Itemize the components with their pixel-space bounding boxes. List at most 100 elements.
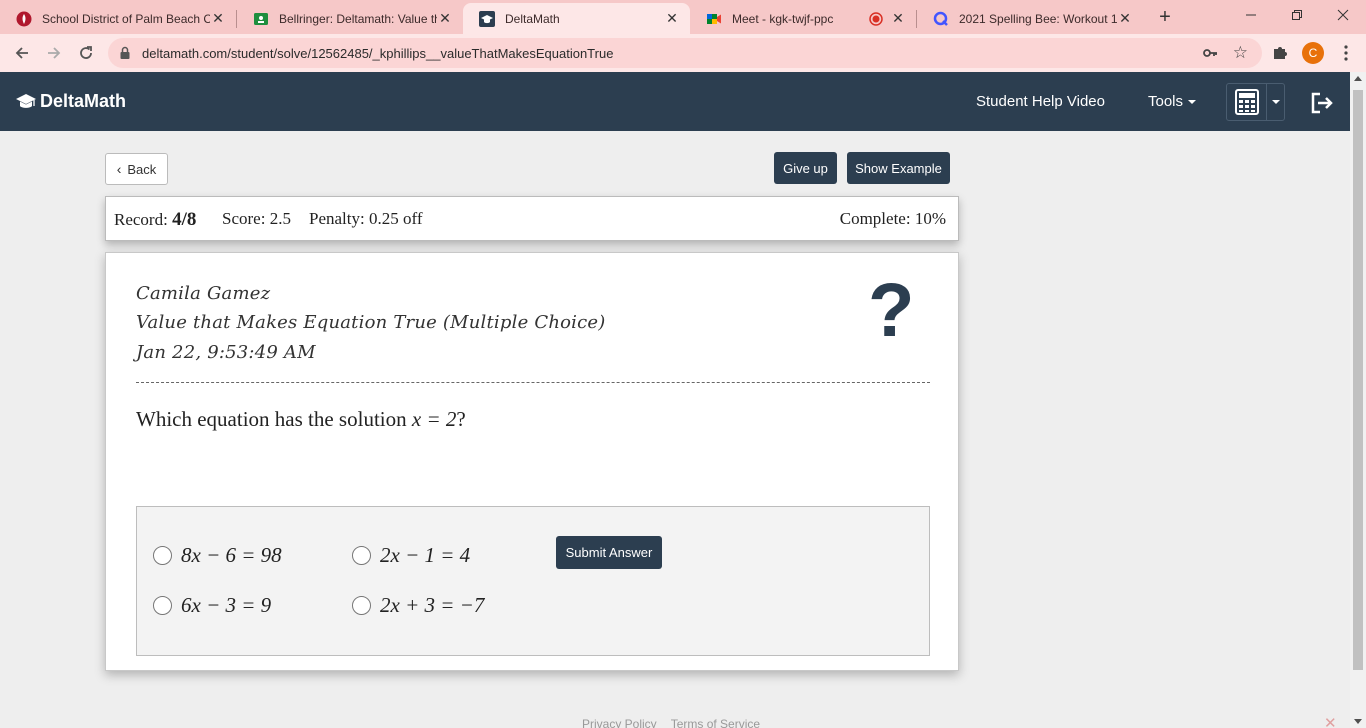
scroll-down-icon[interactable]: [1354, 719, 1362, 724]
question-text: Which equation has the solution x = 2?: [136, 407, 466, 432]
profile-avatar[interactable]: C: [1302, 42, 1324, 64]
problem-card: Camila Gamez Value that Makes Equation T…: [105, 252, 959, 671]
complete-value: 10%: [914, 209, 946, 228]
chevron-down-icon: [1188, 99, 1197, 104]
score-label: Score:: [222, 209, 266, 228]
app-navbar: DeltaMath Student Help Video Tools: [0, 72, 1350, 131]
browser-tab-quizlet[interactable]: 2021 Spelling Bee: Workout 1 ( ✕: [917, 3, 1143, 34]
penalty-value: 0.25 off: [368, 209, 423, 228]
window-close-icon[interactable]: [1320, 0, 1366, 30]
page-scrollbar[interactable]: [1350, 72, 1366, 728]
tab-title: School District of Palm Beach C: [42, 11, 210, 26]
divider: [136, 382, 930, 383]
google-meet-icon: [706, 11, 722, 27]
choice-equation: 2x − 1 = 4: [380, 543, 471, 567]
back-label: Back: [127, 161, 157, 177]
question-prefix: Which equation has the solution: [136, 407, 412, 431]
choice-equation: 6x − 3 = 9: [181, 593, 272, 617]
penalty-stat: Penalty: 0.25 off: [309, 209, 422, 229]
browser-tab-bellringer[interactable]: Bellringer: Deltamath: Value th ✕: [237, 3, 463, 34]
reload-icon[interactable]: [73, 40, 99, 66]
minimize-icon[interactable]: [1228, 0, 1274, 30]
show-example-button[interactable]: Show Example: [847, 152, 950, 184]
choice-option[interactable]: 8x − 6 = 98: [153, 543, 282, 568]
brand-name: DeltaMath: [40, 91, 127, 111]
close-icon[interactable]: ✕: [890, 10, 906, 27]
submit-answer-button[interactable]: Submit Answer: [556, 536, 662, 569]
calculator-button[interactable]: [1226, 83, 1285, 121]
chevron-down-icon: [1271, 100, 1280, 104]
calculator-icon[interactable]: [1227, 84, 1266, 120]
palm-beach-icon: [16, 11, 32, 27]
new-tab-button[interactable]: +: [1154, 6, 1176, 28]
close-icon[interactable]: ✕: [1324, 714, 1337, 728]
privacy-policy-link[interactable]: Privacy Policy: [582, 717, 657, 728]
browser-tab-palm-beach[interactable]: School District of Palm Beach C ✕: [0, 3, 236, 34]
record-value: 4/8: [172, 209, 197, 230]
skill-name: Value that Makes Equation True (Multiple…: [136, 312, 606, 333]
choice-radio[interactable]: [352, 596, 371, 615]
answer-choices: 8x − 6 = 98 2x − 1 = 4 6x − 3 = 9 2x + 3…: [136, 506, 930, 656]
more-menu-icon[interactable]: [1336, 43, 1356, 63]
record-bar: Record: 4/8 Score: 2.5 Penalty: 0.25 off…: [105, 196, 959, 241]
brand-logo[interactable]: DeltaMath: [15, 91, 126, 112]
extensions-puzzle-icon[interactable]: [1270, 43, 1290, 63]
score-value: 2.5: [269, 209, 291, 228]
tab-title: DeltaMath: [505, 11, 560, 26]
graduation-cap-icon: [15, 93, 37, 111]
close-icon[interactable]: ✕: [210, 10, 226, 27]
browser-tab-deltamath[interactable]: DeltaMath ✕: [463, 3, 690, 34]
tab-title: 2021 Spelling Bee: Workout 1 (: [959, 11, 1117, 26]
calculator-dropdown-toggle[interactable]: [1266, 84, 1284, 120]
scrollbar-thumb[interactable]: [1353, 90, 1363, 670]
give-up-button[interactable]: Give up: [774, 152, 837, 184]
forward-arrow-icon[interactable]: [41, 40, 67, 66]
recording-icon: [868, 11, 884, 27]
terms-of-service-link[interactable]: Terms of Service: [671, 717, 760, 728]
question-suffix: ?: [456, 407, 466, 431]
choice-option[interactable]: 6x − 3 = 9: [153, 593, 271, 618]
choice-radio[interactable]: [153, 596, 172, 615]
close-icon[interactable]: ✕: [437, 10, 453, 27]
tools-label: Tools: [1148, 93, 1184, 110]
choice-radio[interactable]: [153, 546, 172, 565]
penalty-label: Penalty:: [309, 209, 365, 228]
quizlet-icon: [933, 11, 949, 27]
choice-equation: 8x − 6 = 98: [181, 543, 282, 567]
bookmark-star-icon[interactable]: ☆: [1233, 43, 1248, 63]
chevron-left-icon: ‹: [116, 161, 122, 177]
complete-label: Complete:: [839, 209, 911, 228]
score-stat: Score: 2.5: [222, 209, 291, 229]
timestamp: Jan 22, 9:53:49 AM: [136, 342, 316, 363]
key-icon[interactable]: [1202, 45, 1218, 66]
choice-option[interactable]: 2x − 1 = 4: [352, 543, 470, 568]
back-arrow-icon[interactable]: [9, 40, 35, 66]
page-viewport: DeltaMath Student Help Video Tools ‹ Bac…: [0, 72, 1350, 728]
url-text: deltamath.com/student/solve/12562485/_kp…: [142, 46, 614, 61]
tab-title: Bellringer: Deltamath: Value th: [279, 11, 437, 26]
back-button[interactable]: ‹ Back: [105, 153, 168, 185]
browser-toolbar: deltamath.com/student/solve/12562485/_kp…: [0, 34, 1366, 72]
record-stat: Record: 4/8: [114, 209, 196, 231]
logout-icon[interactable]: [1310, 92, 1334, 114]
student-help-video-link[interactable]: Student Help Video: [976, 93, 1105, 110]
close-icon[interactable]: ✕: [664, 10, 680, 27]
address-bar[interactable]: deltamath.com/student/solve/12562485/_kp…: [108, 38, 1262, 68]
choice-equation: 2x + 3 = −7: [380, 593, 485, 617]
browser-tab-meet[interactable]: Meet - kgk-twjf-ppc ✕: [690, 3, 916, 34]
restore-icon[interactable]: [1274, 0, 1320, 30]
close-icon[interactable]: ✕: [1117, 10, 1133, 27]
choice-radio[interactable]: [352, 546, 371, 565]
deltamath-icon: [479, 10, 495, 27]
question-math: x = 2: [411, 407, 457, 431]
choice-option[interactable]: 2x + 3 = −7: [352, 593, 484, 618]
tools-dropdown[interactable]: Tools: [1148, 93, 1197, 110]
google-classroom-icon: [253, 11, 269, 27]
complete-stat: Complete: 10%: [840, 209, 946, 229]
help-question-icon[interactable]: ?: [868, 273, 914, 349]
tab-title: Meet - kgk-twjf-ppc: [732, 11, 834, 26]
browser-tab-bar: School District of Palm Beach C ✕ Bellri…: [0, 0, 1366, 34]
student-name: Camila Gamez: [136, 283, 271, 304]
record-label: Record:: [114, 210, 168, 229]
scroll-up-icon[interactable]: [1354, 76, 1362, 81]
